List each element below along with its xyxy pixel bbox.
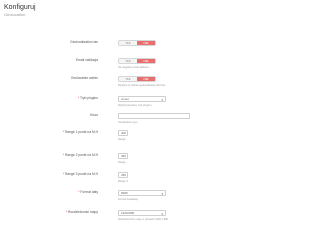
range1-help: Range [118,138,126,141]
date-format-select[interactable]: 9999 ▾ [118,190,166,196]
toggle-option-no[interactable]: NIE [137,59,155,63]
map-resolution-label-text: Rozdzielczość mapy [67,210,98,214]
page: Konfiguruj Geolocation Geolocalization l… [0,0,250,250]
range2-input[interactable]: 350 [118,153,128,159]
range3-help: Range 3 [118,180,128,183]
map-resolution-label: * Rozdzielczość mapy [65,210,98,214]
plugin-mode-label: * Tryb pluginu [77,96,98,100]
toggle-option-no[interactable]: NIE [137,41,155,45]
plugin-mode-value: vimeo [121,97,130,101]
map-resolution-help: Rozdzielczość mapy w pixelach 1920 x 880 [118,218,169,221]
date-format-value: 9999 [121,191,128,195]
range1-label: * Range 1 punkt na M.H [62,130,98,134]
email-toggle[interactable]: TAK NIE [118,58,156,64]
email-toggle-help: Na negative email address. [118,66,150,69]
range2-value: 350 [121,154,127,158]
admin-toggle-label: Geolocalize admin [70,76,98,80]
toggle-option-yes[interactable]: TAK [119,59,137,63]
key-label: Klucz [89,113,98,117]
toggle-option-yes[interactable]: TAK [119,77,137,81]
chevron-down-icon: ▾ [161,98,163,102]
toggle-option-no[interactable]: NIE [137,77,155,81]
geolocation-toggle-label: Geolocalization lan [70,40,98,44]
map-resolution-value: 1920x880 [121,211,135,215]
toggle-option-yes[interactable]: TAK [119,41,137,45]
email-toggle-label: Email validacja [76,58,98,62]
config-form: Geolocalization lan TAK NIE Email valida… [0,0,250,250]
range3-input[interactable]: 450 [118,172,128,178]
map-resolution-select[interactable]: 1920x880 ▾ [118,210,166,216]
range3-value: 450 [121,173,127,177]
plugin-mode-select[interactable]: vimeo ▾ [118,96,166,102]
plugin-mode-help: Wykorzystywany tryb pluginu [118,104,152,107]
range3-label-text: Range 3 punkt na M.H [65,172,98,176]
plugin-mode-label-text: Tryb pluginu [79,96,98,100]
admin-toggle[interactable]: TAK NIE [118,76,156,82]
admin-toggle-help: Wykona to zakres geolocalizacja admina. [118,84,166,87]
chevron-down-icon: ▾ [161,192,163,196]
range1-input[interactable]: 300 [118,130,128,136]
date-format-help: Format zasadowy [118,198,139,201]
geolocation-toggle[interactable]: TAK NIE [118,40,156,46]
range2-help: Range [118,161,126,164]
key-help: Geolocation typu [118,121,138,124]
chevron-down-icon: ▾ [161,212,163,216]
range2-label: * Range 2 punkt na M.H [62,153,98,157]
date-format-label-text: Format daty [80,190,98,194]
range1-value: 300 [121,131,127,135]
range1-label-text: Range 1 punkt na M.H [65,130,98,134]
key-input[interactable] [118,113,190,119]
range2-label-text: Range 2 punkt na M.H [65,153,98,157]
range3-label: * Range 3 punkt na M.H [62,172,98,176]
date-format-label: * Format daty [78,190,98,194]
